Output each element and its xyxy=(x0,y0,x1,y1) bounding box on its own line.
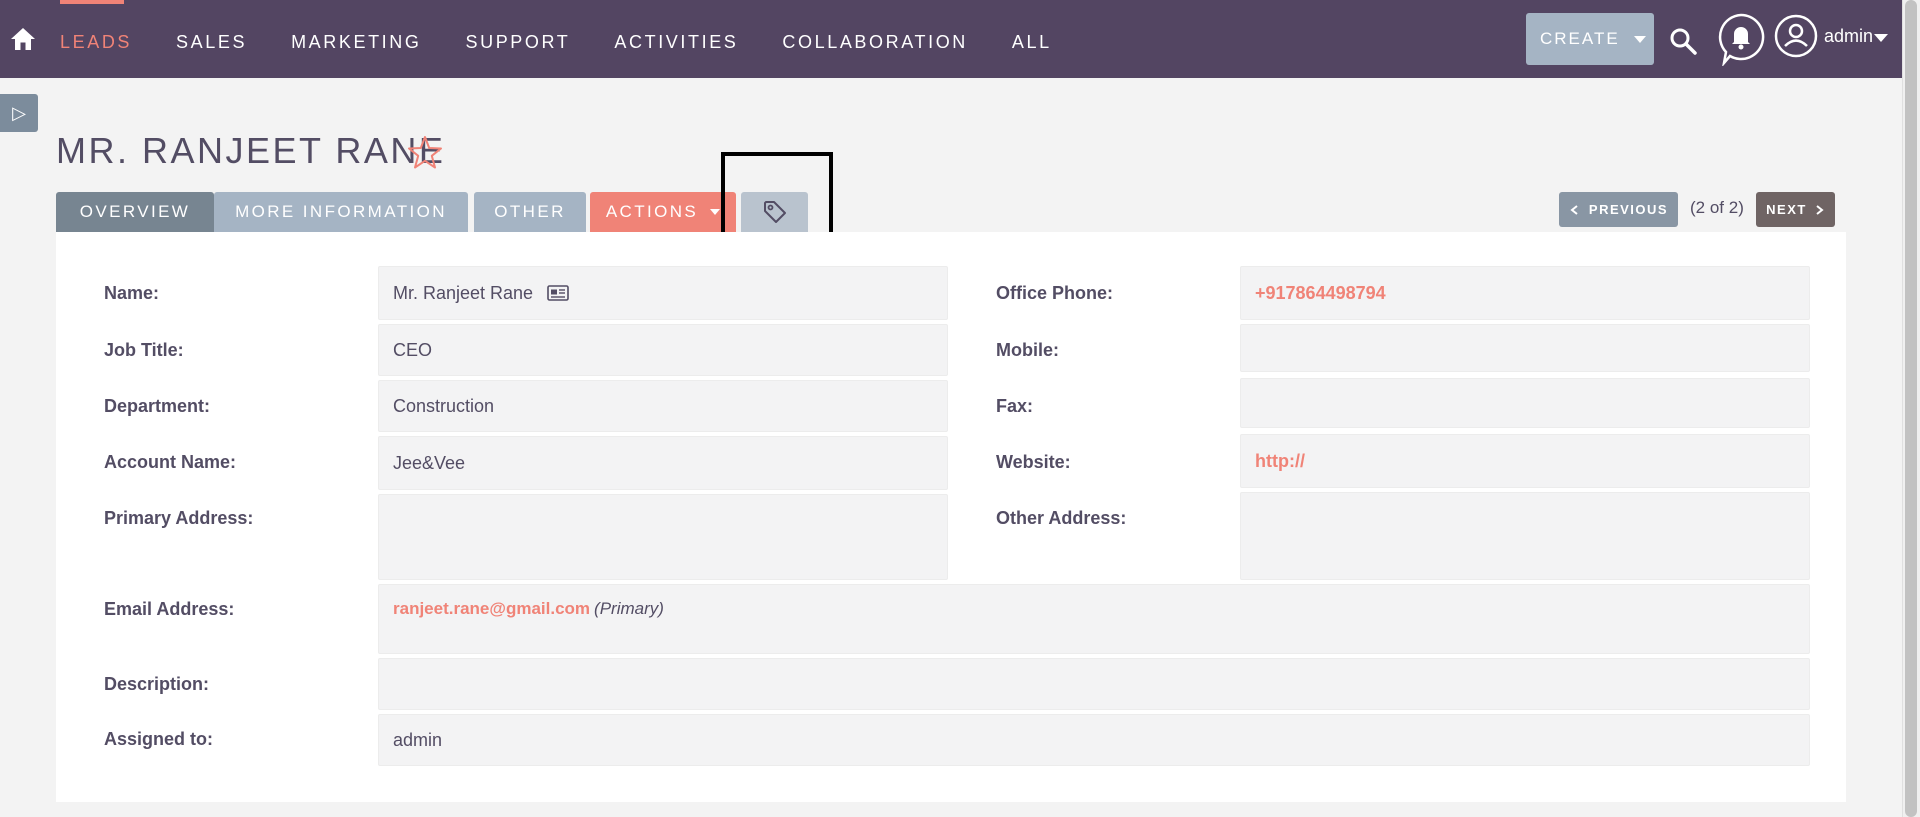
account-name-field: Jee&Vee xyxy=(378,436,948,490)
actions-label: ACTIONS xyxy=(605,202,699,221)
user-menu-label[interactable]: admin xyxy=(1824,26,1873,47)
tab-more-information[interactable]: MORE INFORMATION xyxy=(214,192,468,232)
job-title-label: Job Title: xyxy=(104,340,184,360)
page-title: MR. RANJEET RANE xyxy=(56,130,446,171)
previous-button[interactable]: PREVIOUS xyxy=(1559,192,1678,227)
favorite-star-icon[interactable] xyxy=(406,134,444,172)
primary-address-field xyxy=(378,494,948,580)
mobile-field xyxy=(1240,324,1810,372)
chevron-down-icon xyxy=(1633,35,1646,43)
other-address-field xyxy=(1240,492,1810,580)
chevron-down-icon xyxy=(710,209,721,215)
nav-all[interactable]: ALL xyxy=(1012,0,1052,78)
vcard-icon[interactable] xyxy=(547,285,569,301)
email-primary-tag: (Primary) xyxy=(594,599,664,618)
search-icon[interactable] xyxy=(1668,26,1698,56)
assigned-to-field: admin xyxy=(378,714,1810,766)
actions-dropdown[interactable]: ACTIONS xyxy=(590,192,736,232)
top-navbar: LEADS SALES MARKETING SUPPORT ACTIVITIES… xyxy=(0,0,1902,78)
nav-marketing[interactable]: MARKETING xyxy=(291,0,421,78)
user-avatar-icon[interactable] xyxy=(1774,14,1818,58)
description-label: Description: xyxy=(104,674,210,694)
job-title-field: CEO xyxy=(378,324,948,376)
create-label: CREATE xyxy=(1540,29,1620,48)
name-label: Name: xyxy=(104,283,160,303)
chevron-left-icon xyxy=(1570,204,1578,215)
department-label: Department: xyxy=(104,396,211,416)
description-field xyxy=(378,658,1810,710)
name-field: Mr. Ranjeet Rane xyxy=(378,266,948,320)
record-counter: (2 of 2) xyxy=(1690,198,1744,217)
chevron-down-icon[interactable] xyxy=(1874,34,1888,42)
email-address-label: Email Address: xyxy=(104,599,235,619)
next-button[interactable]: NEXT xyxy=(1756,192,1835,227)
website-label: Website: xyxy=(996,452,1071,472)
office-phone-field[interactable]: +917864498794 xyxy=(1240,266,1810,320)
previous-label: PREVIOUS xyxy=(1588,202,1669,217)
fax-field xyxy=(1240,378,1810,428)
name-value: Mr. Ranjeet Rane xyxy=(393,282,534,303)
email-address-field: ranjeet.rane@gmail.com (Primary) xyxy=(378,584,1810,654)
nav-sales[interactable]: SALES xyxy=(176,0,247,78)
nav-activities[interactable]: ACTIVITIES xyxy=(614,0,738,78)
notifications-bell-icon[interactable] xyxy=(1716,12,1766,66)
email-link[interactable]: ranjeet.rane@gmail.com xyxy=(393,599,590,619)
website-field[interactable]: http:// xyxy=(1240,434,1810,488)
tab-overview[interactable]: OVERVIEW xyxy=(56,192,214,232)
scrollbar-thumb[interactable] xyxy=(1905,0,1917,817)
chevron-right-icon xyxy=(1816,204,1824,215)
office-phone-label: Office Phone: xyxy=(996,283,1114,303)
fax-label: Fax: xyxy=(996,396,1034,416)
nav-support[interactable]: SUPPORT xyxy=(466,0,571,78)
create-button[interactable]: CREATE xyxy=(1526,13,1654,65)
next-label: NEXT xyxy=(1766,202,1807,217)
primary-address-label: Primary Address: xyxy=(104,508,254,528)
assigned-to-label: Assigned to: xyxy=(104,729,214,749)
nav-collaboration[interactable]: COLLABORATION xyxy=(782,0,968,78)
nav-leads[interactable]: LEADS xyxy=(60,0,132,78)
mobile-label: Mobile: xyxy=(996,340,1059,360)
department-field: Construction xyxy=(378,380,948,432)
other-address-label: Other Address: xyxy=(996,508,1127,528)
account-name-label: Account Name: xyxy=(104,452,237,472)
home-icon[interactable] xyxy=(10,26,36,52)
tab-other[interactable]: OTHER xyxy=(474,192,586,232)
sidebar-toggle-button[interactable]: ▷ xyxy=(0,94,38,132)
module-menu: LEADS SALES MARKETING SUPPORT ACTIVITIES… xyxy=(60,0,1096,78)
